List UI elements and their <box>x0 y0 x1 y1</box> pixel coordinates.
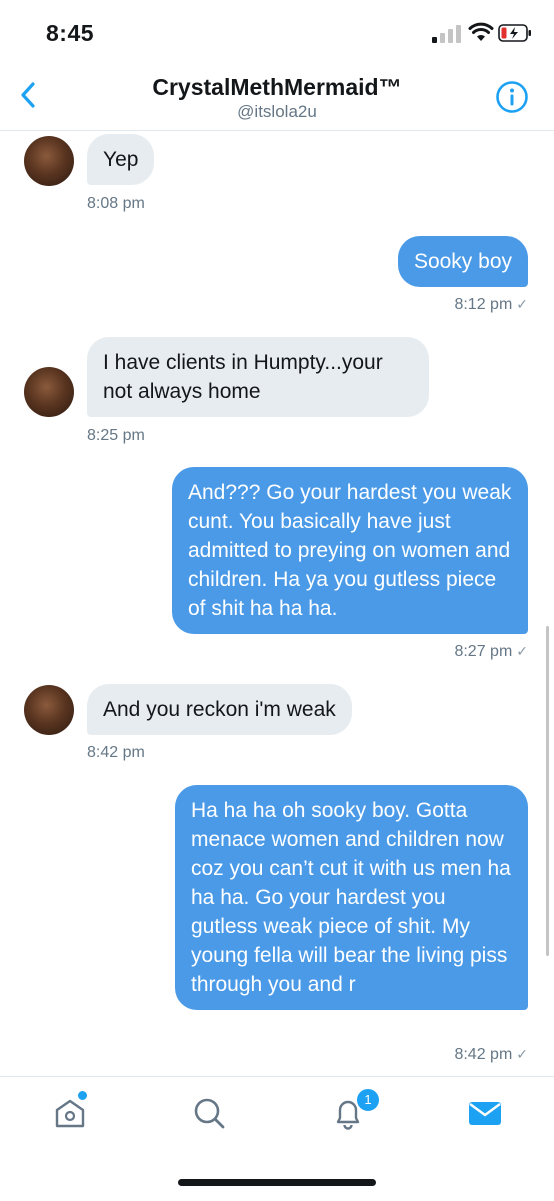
message-bubble-incoming[interactable]: And you reckon i'm weak <box>87 684 352 735</box>
message-timestamp: 8:08 pm <box>87 195 145 212</box>
contact-avatar[interactable] <box>24 367 74 417</box>
info-icon[interactable] <box>495 80 529 114</box>
home-indicator[interactable] <box>178 1179 376 1186</box>
cellular-signal-icon <box>432 25 461 43</box>
mail-icon[interactable] <box>467 1095 503 1131</box>
notification-count-badge: 1 <box>355 1087 381 1113</box>
battery-charging-icon <box>498 24 531 42</box>
conversation-title: CrystalMethMermaid™ <box>152 74 402 100</box>
home-notification-dot <box>76 1089 89 1102</box>
message-bubble-outgoing[interactable]: Ha ha ha oh sooky boy. Gotta menace wome… <box>175 785 528 1010</box>
conversation-handle: @itslola2u <box>237 102 317 121</box>
conversation-header: CrystalMethMermaid™ @itslola2u <box>0 62 554 131</box>
message-timestamp: 8:25 pm <box>87 427 145 444</box>
read-check-icon: ✓ <box>516 643 528 659</box>
message-timestamp: 8:27 pm ✓ <box>454 643 528 661</box>
message-bubble-incoming[interactable]: Yep <box>87 134 155 185</box>
timestamp-text: 8:27 pm <box>454 643 513 660</box>
message-timestamp: 8:42 pm <box>87 744 145 761</box>
timestamp-text: 8:12 pm <box>454 296 513 313</box>
read-check-icon: ✓ <box>516 296 528 312</box>
message-timestamp: 8:12 pm ✓ <box>454 296 528 314</box>
message-bubble-outgoing[interactable]: And??? Go your hardest you weak cunt. Yo… <box>172 467 528 634</box>
contact-avatar[interactable] <box>24 136 74 186</box>
message-bubble-outgoing[interactable]: Sooky boy <box>397 236 528 287</box>
status-bar: 8:45 <box>0 0 554 62</box>
search-icon[interactable] <box>191 1095 227 1131</box>
timestamp-text: 8:42 pm <box>454 1046 513 1063</box>
wifi-icon <box>468 22 494 41</box>
message-timestamp: 8:42 pm ✓ <box>454 1046 528 1064</box>
message-bubble-incoming[interactable]: I have clients in Humpty...your not alwa… <box>87 337 429 417</box>
scroll-indicator[interactable] <box>546 626 549 956</box>
read-check-icon: ✓ <box>516 1046 528 1062</box>
contact-avatar[interactable] <box>24 685 74 735</box>
status-time: 8:45 <box>46 20 95 46</box>
